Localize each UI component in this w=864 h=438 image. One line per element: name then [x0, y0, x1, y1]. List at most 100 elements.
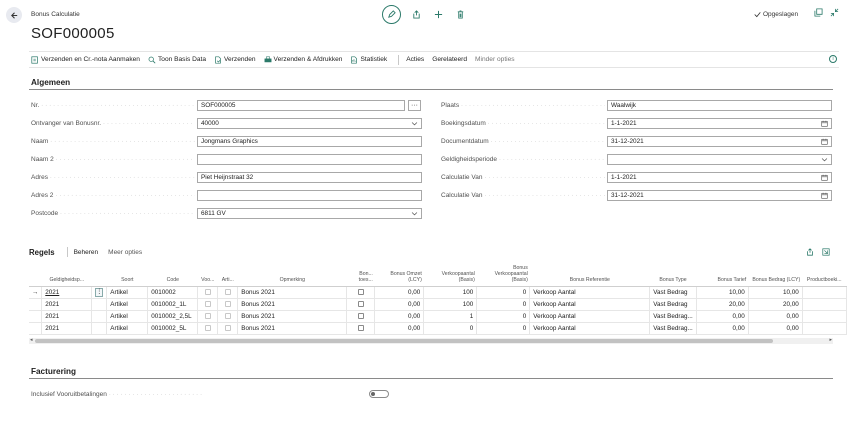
cell-period[interactable]: 2021: [41, 310, 93, 323]
gerelateerd-menu[interactable]: Gerelateerd: [430, 56, 473, 63]
statistics-action[interactable]: Statistiek: [348, 55, 393, 64]
field-input[interactable]: Piet Heijnstraat 32: [197, 172, 422, 183]
cell-period[interactable]: 2021: [41, 322, 93, 335]
cell-opmerking[interactable]: Bonus 2021: [237, 286, 348, 299]
new-button[interactable]: [431, 8, 445, 22]
column-header[interactable]: Arti...: [217, 262, 238, 287]
info-pane-button[interactable]: i: [829, 55, 837, 63]
checkbox[interactable]: [224, 312, 231, 319]
share-lines-button[interactable]: [806, 248, 814, 258]
cell-bedrag[interactable]: 20,00: [748, 298, 803, 311]
column-header[interactable]: Code: [147, 262, 198, 287]
cell-tarief[interactable]: 10,00: [696, 286, 749, 299]
beheren-menu[interactable]: Beheren: [74, 249, 99, 256]
cell-productboeking[interactable]: [802, 322, 847, 335]
field-input[interactable]: 31-12-2021: [607, 190, 832, 201]
field-input[interactable]: 6811 GV: [197, 208, 422, 219]
cell-bedrag[interactable]: 0,00: [748, 310, 803, 323]
cell-tarief[interactable]: 20,00: [696, 298, 749, 311]
checkbox[interactable]: [224, 288, 231, 295]
cell-voo[interactable]: [197, 298, 219, 311]
cell-bonus-verkoopaantal[interactable]: 0: [476, 310, 531, 323]
cell-referentie[interactable]: Verkoop Aantal: [529, 322, 651, 335]
cell-arti[interactable]: [217, 310, 239, 323]
cell-verkoopaantal[interactable]: 1: [423, 310, 478, 323]
collapse-button[interactable]: [830, 8, 840, 18]
cell-bonus-type[interactable]: Vast Bedrag...: [649, 322, 697, 335]
cell-bonus-toes[interactable]: [346, 310, 376, 323]
cell-bedrag[interactable]: 0,00: [748, 322, 803, 335]
checkbox[interactable]: [204, 324, 211, 331]
show-base-data-action[interactable]: Toon Basis Data: [146, 56, 212, 64]
cell-bonus-toes[interactable]: [346, 322, 376, 335]
field-input[interactable]: SOF000005: [197, 100, 405, 111]
cell-bedrag[interactable]: 10,00: [748, 286, 803, 299]
cell-productboeking[interactable]: [802, 286, 847, 299]
checkbox[interactable]: [224, 300, 231, 307]
column-header[interactable]: Bonus Type: [649, 262, 697, 287]
column-header[interactable]: Geldigheidsp...: [41, 262, 92, 287]
cell-period[interactable]: 2021: [41, 286, 93, 299]
period-value[interactable]: 2021: [45, 289, 59, 296]
prepayments-toggle[interactable]: [369, 390, 389, 398]
lookup-button[interactable]: ···: [408, 100, 421, 111]
cell-referentie[interactable]: Verkoop Aantal: [529, 298, 651, 311]
open-new-window-button[interactable]: [814, 8, 824, 18]
cell-voo[interactable]: [197, 322, 219, 335]
cell-omzet[interactable]: 0,00: [374, 298, 425, 311]
period-value[interactable]: 2021: [45, 313, 59, 320]
cell-code[interactable]: 0010002_1L: [147, 298, 199, 311]
cell-bonus-toes[interactable]: [346, 286, 376, 299]
cell-arti[interactable]: [217, 322, 239, 335]
checkbox[interactable]: [204, 300, 211, 307]
field-input[interactable]: 1-1-2021: [607, 172, 832, 183]
delete-button[interactable]: [453, 8, 467, 22]
column-header[interactable]: Productboeki...: [802, 262, 847, 287]
cell-voo[interactable]: [197, 310, 219, 323]
expand-lines-button[interactable]: [822, 248, 830, 258]
field-input[interactable]: 40000: [197, 118, 422, 129]
cell-bonus-toes[interactable]: [346, 298, 376, 311]
cell-soort[interactable]: Artikel: [106, 322, 149, 335]
cell-bonus-type[interactable]: Vast Bedrag: [649, 298, 697, 311]
cell-soort[interactable]: Artikel: [106, 286, 149, 299]
period-value[interactable]: 2021: [45, 325, 59, 332]
cell-row-menu[interactable]: [91, 298, 108, 311]
scrollbar-thumb[interactable]: [35, 339, 773, 343]
column-header[interactable]: Bonus Bedrag (LCY): [748, 262, 803, 287]
cell-arti[interactable]: [217, 286, 239, 299]
checkbox[interactable]: [357, 324, 364, 331]
cell-omzet[interactable]: 0,00: [374, 310, 425, 323]
column-header[interactable]: Verkoopaantal (Basis): [423, 262, 477, 287]
column-header[interactable]: Soort: [106, 262, 148, 287]
column-header[interactable]: Bon... toes...: [346, 262, 375, 287]
cell-productboeking[interactable]: [802, 310, 847, 323]
cell-bonus-type[interactable]: Vast Bedrag: [649, 286, 697, 299]
cell-bonus-verkoopaantal[interactable]: 0: [476, 298, 531, 311]
cell-bonus-verkoopaantal[interactable]: 0: [476, 322, 531, 335]
period-value[interactable]: 2021: [45, 301, 59, 308]
cell-row-menu[interactable]: [91, 322, 108, 335]
post-and-credit-memo-action[interactable]: Verzenden en Cr.-nota Aanmaken: [29, 55, 146, 64]
cell-code[interactable]: 0010002_5L: [147, 322, 199, 335]
checkbox[interactable]: [357, 288, 364, 295]
column-header[interactable]: Voo...: [197, 262, 218, 287]
cell-arti[interactable]: [217, 298, 239, 311]
cell-omzet[interactable]: 0,00: [374, 322, 425, 335]
post-action[interactable]: Verzenden: [212, 55, 262, 64]
field-input[interactable]: 31-12-2021: [607, 136, 832, 147]
table-row[interactable]: 2021 Artikel 0010002_2,5L Bonus 2021 0,0…: [29, 310, 847, 323]
scroll-right-icon[interactable]: ▸: [829, 337, 832, 343]
cell-code[interactable]: 0010002: [147, 286, 199, 299]
checkbox[interactable]: [204, 312, 211, 319]
cell-row-menu[interactable]: ⋮: [91, 286, 108, 299]
less-options-button[interactable]: Minder opties: [473, 56, 521, 63]
cell-opmerking[interactable]: Bonus 2021: [237, 322, 348, 335]
checkbox[interactable]: [224, 324, 231, 331]
cell-referentie[interactable]: Verkoop Aantal: [529, 310, 651, 323]
table-row[interactable]: → 2021 ⋮ Artikel 0010002 Bonus 2021 0,00…: [29, 286, 847, 299]
share-button[interactable]: [409, 8, 423, 22]
cell-bonus-verkoopaantal[interactable]: 0: [476, 286, 531, 299]
horizontal-scrollbar[interactable]: ◂ ▸: [29, 337, 833, 344]
cell-tarief[interactable]: 0,00: [696, 310, 749, 323]
